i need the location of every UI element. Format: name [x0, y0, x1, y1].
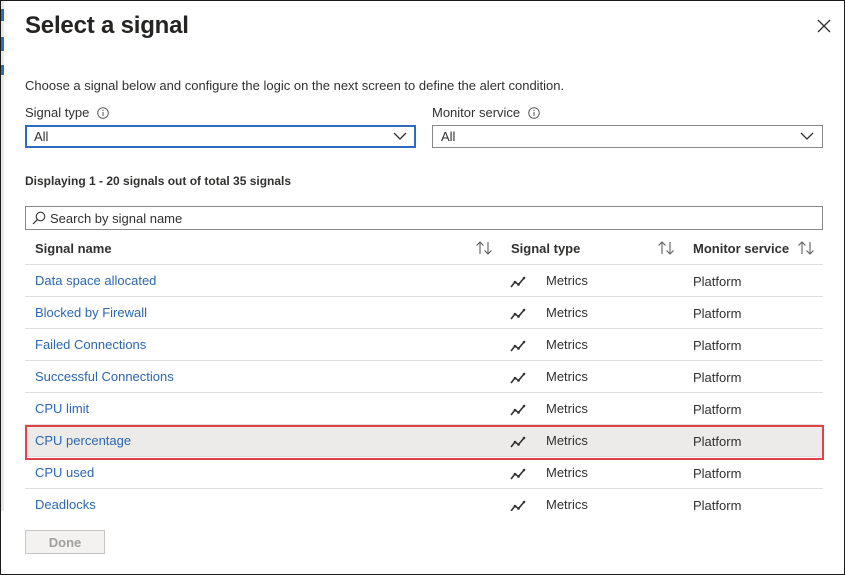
- monitor-service-cell: Platform: [693, 370, 742, 385]
- metrics-icon: [510, 372, 526, 384]
- sort-icon[interactable]: [657, 241, 675, 255]
- monitor-service-cell: Platform: [693, 306, 742, 321]
- signal-type-cell: Metrics: [546, 465, 588, 480]
- monitor-service-label: Monitor service: [432, 105, 540, 120]
- signal-name-link[interactable]: Failed Connections: [35, 337, 146, 352]
- table-row[interactable]: Deadlocks Metrics Platform: [25, 489, 823, 511]
- metrics-icon: [510, 276, 526, 288]
- signal-name-link[interactable]: CPU used: [35, 465, 94, 480]
- panel-description: Choose a signal below and configure the …: [25, 78, 565, 93]
- signal-type-cell: Metrics: [546, 305, 588, 320]
- signal-type-cell: Metrics: [546, 369, 588, 384]
- monitor-service-cell: Platform: [693, 498, 742, 511]
- metrics-icon: [510, 500, 526, 511]
- panel-footer: Done: [1, 511, 844, 574]
- table-row[interactable]: Successful Connections Metrics Platform: [25, 361, 823, 393]
- signal-count-summary: Displaying 1 - 20 signals out of total 3…: [25, 174, 292, 188]
- metrics-icon: [510, 404, 526, 416]
- monitor-service-label-text: Monitor service: [432, 105, 521, 120]
- signal-name-link[interactable]: CPU limit: [35, 401, 89, 416]
- table-row[interactable]: CPU percentage Metrics Platform: [25, 425, 823, 457]
- panel-title: Select a signal: [25, 12, 189, 39]
- select-signal-panel: Select a signal Choose a signal below an…: [0, 0, 845, 575]
- table-header: Signal name Signal type Monitor service: [25, 231, 823, 265]
- table-row[interactable]: CPU used Metrics Platform: [25, 457, 823, 489]
- monitor-service-cell: Platform: [693, 434, 742, 449]
- search-icon: [32, 211, 46, 225]
- table-body: Data space allocated Metrics Platform Block…: [25, 265, 823, 511]
- column-header-signal-type[interactable]: Signal type: [511, 241, 580, 256]
- search-box[interactable]: [25, 206, 823, 230]
- info-icon[interactable]: [97, 106, 110, 119]
- info-icon[interactable]: [528, 106, 540, 119]
- chevron-down-icon: [393, 132, 407, 140]
- signal-name-link[interactable]: Blocked by Firewall: [35, 305, 147, 320]
- chevron-down-icon: [800, 132, 814, 140]
- background-page-edge: [1, 1, 4, 574]
- signals-table: Signal name Signal type Monitor service …: [25, 231, 823, 511]
- signal-type-label: Signal type: [25, 105, 110, 120]
- signal-name-link[interactable]: Data space allocated: [35, 273, 156, 288]
- metrics-icon: [510, 436, 526, 448]
- column-header-monitor-service[interactable]: Monitor service: [693, 241, 789, 256]
- close-icon: [817, 19, 831, 33]
- signal-type-cell: Metrics: [546, 337, 588, 352]
- signal-name-link[interactable]: Deadlocks: [35, 497, 96, 511]
- signal-type-label-text: Signal type: [25, 105, 90, 120]
- monitor-service-dropdown[interactable]: All: [432, 125, 823, 148]
- monitor-service-cell: Platform: [693, 402, 742, 417]
- metrics-icon: [510, 468, 526, 480]
- signal-type-cell: Metrics: [546, 433, 588, 448]
- signal-type-cell: Metrics: [546, 497, 588, 511]
- metrics-icon: [510, 308, 526, 320]
- monitor-service-cell: Platform: [693, 274, 742, 289]
- table-row[interactable]: CPU limit Metrics Platform: [25, 393, 823, 425]
- column-header-signal-name[interactable]: Signal name: [35, 241, 112, 256]
- table-row[interactable]: Data space allocated Metrics Platform: [25, 265, 823, 297]
- close-button[interactable]: [813, 15, 835, 37]
- done-button[interactable]: Done: [25, 530, 105, 554]
- signal-type-dropdown[interactable]: All: [25, 125, 416, 148]
- search-input[interactable]: [50, 210, 810, 226]
- table-row[interactable]: Blocked by Firewall Metrics Platform: [25, 297, 823, 329]
- monitor-service-cell: Platform: [693, 338, 742, 353]
- monitor-service-value: All: [441, 129, 456, 144]
- sort-icon[interactable]: [797, 241, 815, 255]
- sort-icon[interactable]: [475, 241, 493, 255]
- signal-name-link[interactable]: Successful Connections: [35, 369, 174, 384]
- signal-type-value: All: [34, 129, 49, 144]
- signal-type-cell: Metrics: [546, 273, 588, 288]
- metrics-icon: [510, 340, 526, 352]
- signal-type-cell: Metrics: [546, 401, 588, 416]
- signal-name-link[interactable]: CPU percentage: [35, 433, 131, 448]
- monitor-service-cell: Platform: [693, 466, 742, 481]
- table-row[interactable]: Failed Connections Metrics Platform: [25, 329, 823, 361]
